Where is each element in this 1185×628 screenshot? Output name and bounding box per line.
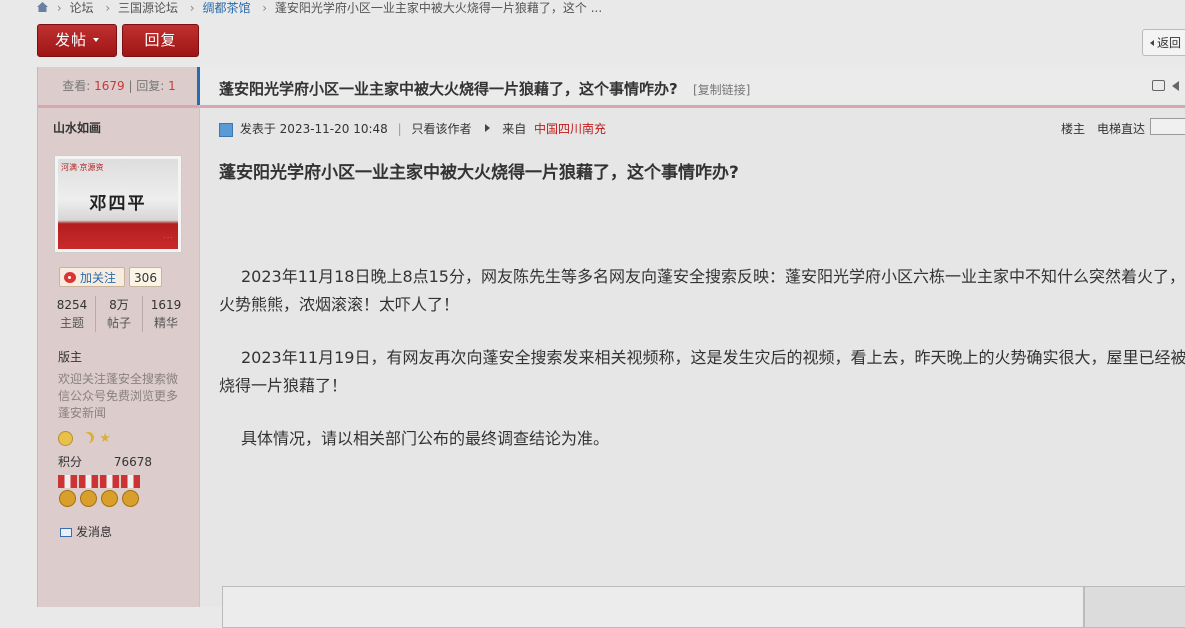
author-name[interactable]: 山水如画: [53, 119, 101, 136]
weibo-icon: [64, 272, 76, 283]
author-stats: 8254 主题 8万 帖子 1619 精华: [49, 296, 189, 332]
replies-count: 1: [168, 79, 176, 93]
post-main: 蓬安阳光学府小区一业主家中被大火烧得一片狼藉了，这个事情咋办? [复制链接] 发…: [197, 67, 1185, 628]
breadcrumb-current: 蓬安阳光学府小区一业主家中被大火烧得一片狼藉了，这个 ...: [274, 1, 603, 15]
only-author-link[interactable]: 只看该作者: [412, 122, 472, 136]
views-count: 1679: [94, 79, 125, 93]
caret-right-icon: [485, 124, 491, 132]
prev-thread-icon[interactable]: [1172, 81, 1179, 91]
follow-button[interactable]: 加关注: [59, 267, 125, 287]
points-label: 积分: [58, 455, 83, 469]
post-button-label: 发帖: [54, 31, 87, 49]
post-paragraph: 2023年11月18日晚上8点15分，网友陈先生等多名网友向蓬安全搜索反映：蓬安…: [219, 267, 1185, 314]
thread-title-text: 蓬安阳光学府小区一业主家中被大火烧得一片狼藉了，这个事情咋办?: [219, 80, 678, 98]
level-icons: ★: [58, 428, 111, 447]
thread-title-bar: 蓬安阳光学府小区一业主家中被大火烧得一片狼藉了，这个事情咋办? [复制链接]: [197, 67, 1185, 108]
moon-level-icon: [80, 433, 91, 444]
star-level-icon: ★: [99, 431, 111, 446]
mail-icon: [60, 528, 72, 537]
author-sidebar: 查看: 1679 | 回复: 1 山水如画 河满·京源资 邓四平 · · · 加…: [37, 67, 201, 607]
send-message-label: 发消息: [76, 525, 113, 539]
stat-posts[interactable]: 8万 帖子: [96, 296, 143, 332]
thread-title: 蓬安阳光学府小区一业主家中被大火烧得一片狼藉了，这个事情咋办? [复制链接]: [219, 78, 750, 99]
replies-label: 回复:: [136, 79, 165, 93]
follow-label: 加关注: [80, 271, 117, 285]
followers-count[interactable]: 306: [129, 267, 162, 287]
medal-icon[interactable]: [58, 475, 77, 507]
medal-icon[interactable]: [121, 475, 140, 507]
points-value: 76678: [113, 455, 153, 469]
reply-button[interactable]: 回复: [122, 24, 199, 57]
medal-icon[interactable]: [79, 475, 98, 507]
post-location: 中国四川南充: [534, 122, 607, 136]
author-role: 版主: [58, 350, 83, 364]
reply-button-label: 回复: [144, 31, 177, 49]
post-content-title: 蓬安阳光学府小区一业主家中被大火烧得一片狼藉了，这个事情咋办?: [219, 163, 739, 183]
thread-stats: 查看: 1679 | 回复: 1: [38, 67, 200, 108]
floor-label: 楼主: [1061, 122, 1086, 136]
post-button[interactable]: 发帖: [37, 24, 117, 57]
elevator-label: 电梯直达: [1097, 122, 1146, 136]
copy-link[interactable]: [复制链接]: [693, 83, 750, 97]
stat-topics[interactable]: 8254 主题: [49, 296, 96, 332]
posted-time: 2023-11-20 10:48: [279, 122, 388, 136]
send-message-link[interactable]: 发消息: [60, 523, 112, 540]
sun-level-icon: [58, 431, 73, 446]
stat-digest[interactable]: 1619 精华: [143, 296, 189, 332]
from-prefix: 来自: [502, 122, 527, 136]
breadcrumb: › 论坛 › 三国源论坛 › 绸都茶馆 › 蓬安阳光学府小区一业主家中被大火烧得…: [36, 0, 606, 16]
avatar-text: 邓四平: [89, 194, 147, 214]
elevator-input[interactable]: [1150, 118, 1185, 135]
views-label: 查看:: [62, 79, 91, 93]
post-paragraph: 2023年11月19日，有网友再次向蓬安全搜索发来相关视频称，这是发生灾后的视频…: [219, 348, 1185, 395]
breadcrumb-forum[interactable]: 论坛: [69, 1, 93, 15]
quick-reply-area[interactable]: [222, 586, 1084, 628]
back-arrow-icon: [1150, 40, 1154, 46]
back-button-label: 返回: [1157, 36, 1182, 50]
medal-icon[interactable]: [100, 475, 119, 507]
post-paragraph: 具体情况，请以相关部门公布的最终调查结论为准。: [241, 429, 610, 448]
back-button[interactable]: 返回: [1142, 29, 1185, 56]
quick-reply-side: [1084, 586, 1185, 628]
user-icon: [219, 122, 233, 137]
post-meta: 发表于 2023-11-20 10:48 | 只看该作者 来自 中国四川南充: [219, 120, 606, 137]
chevron-down-icon: [93, 38, 99, 42]
medals: [58, 475, 140, 507]
avatar-brand: 河满·京源资: [61, 163, 104, 172]
breadcrumb-subforum[interactable]: 绸都茶馆: [202, 1, 250, 15]
home-icon[interactable]: [36, 1, 49, 13]
breadcrumb-section[interactable]: 三国源论坛: [118, 1, 178, 15]
posted-prefix: 发表于: [239, 122, 276, 136]
points: 积分 76678: [58, 453, 152, 470]
print-icon[interactable]: [1152, 80, 1165, 91]
avatar[interactable]: 河满·京源资 邓四平 · · ·: [54, 155, 182, 253]
author-bio: 欢迎关注蓬安全搜索微信公众号免费浏览更多蓬安新闻: [58, 372, 179, 420]
